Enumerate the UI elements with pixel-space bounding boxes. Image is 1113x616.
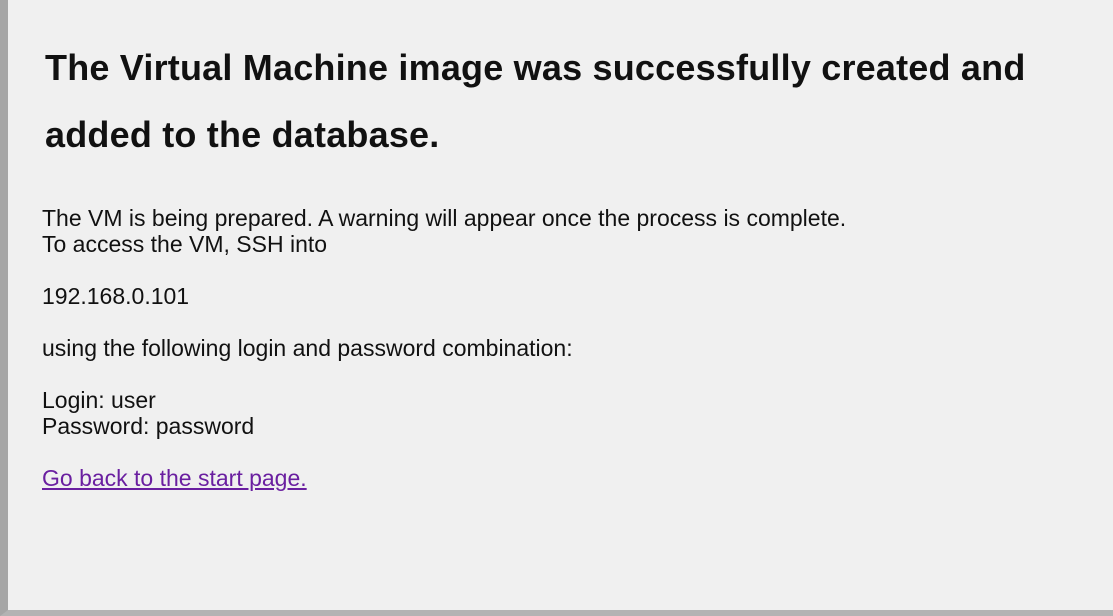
ip-address: 192.168.0.101 bbox=[42, 283, 190, 309]
status-message: The VM is being prepared. A warning will… bbox=[42, 205, 1093, 257]
credentials: Login: user Password: password bbox=[42, 387, 1093, 439]
credentials-intro: using the following login and password c… bbox=[42, 335, 573, 361]
preparing-text: The VM is being prepared. A warning will… bbox=[42, 205, 847, 231]
back-to-start-link[interactable]: Go back to the start page. bbox=[42, 465, 307, 491]
back-link-container: Go back to the start page. bbox=[42, 465, 1093, 491]
ssh-instruction-text: To access the VM, SSH into bbox=[42, 231, 328, 257]
page-title: The Virtual Machine image was successful… bbox=[45, 47, 1026, 155]
password-text: Password: password bbox=[42, 413, 255, 439]
login-text: Login: user bbox=[42, 387, 156, 413]
message-panel: The Virtual Machine image was successful… bbox=[0, 0, 1113, 616]
